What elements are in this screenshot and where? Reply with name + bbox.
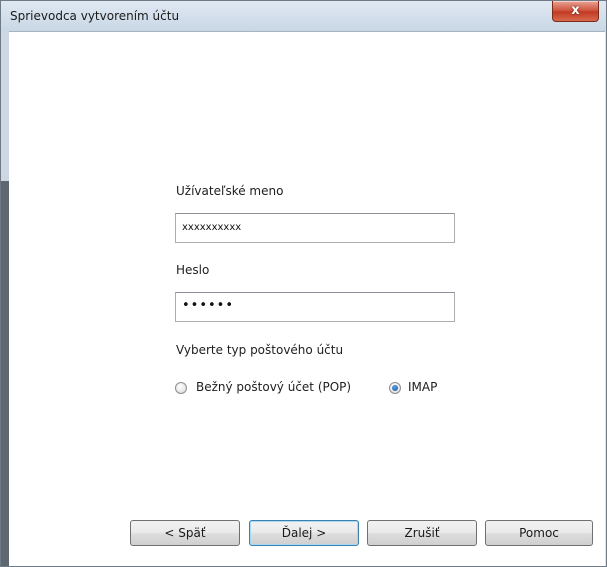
account-wizard-window: Sprievodca vytvorením účtu x Užívateľské… [0,0,607,567]
window-frame-shadow [1,181,9,566]
radio-imap-label[interactable]: IMAP [408,380,437,394]
wizard-content: Užívateľské meno xxxxxxxxxx Heslo ••••••… [9,31,605,566]
window-title: Sprievodca vytvorením účtu [10,9,180,23]
title-bar[interactable]: Sprievodca vytvorením účtu x [1,1,606,31]
password-field[interactable]: •••••• [175,292,455,322]
radio-pop-label[interactable]: Bežný poštový účet (POP) [196,380,351,394]
username-label: Užívateľské meno [176,184,284,198]
username-field[interactable]: xxxxxxxxxx [175,213,455,243]
radio-selected-dot [392,385,398,391]
username-value: xxxxxxxxxx [182,222,242,233]
radio-pop[interactable] [175,382,187,394]
close-icon: x [571,3,580,18]
help-button[interactable]: Pomoc [485,520,593,546]
password-label: Heslo [176,263,210,277]
cancel-button[interactable]: Zrušiť [367,520,477,546]
close-button[interactable]: x [552,1,599,22]
password-value: •••••• [182,298,235,313]
radio-imap[interactable] [389,382,401,394]
back-button[interactable]: < Späť [130,520,240,546]
account-type-label: Vyberte typ poštového účtu [176,343,344,357]
next-button[interactable]: Ďalej > [249,520,359,546]
